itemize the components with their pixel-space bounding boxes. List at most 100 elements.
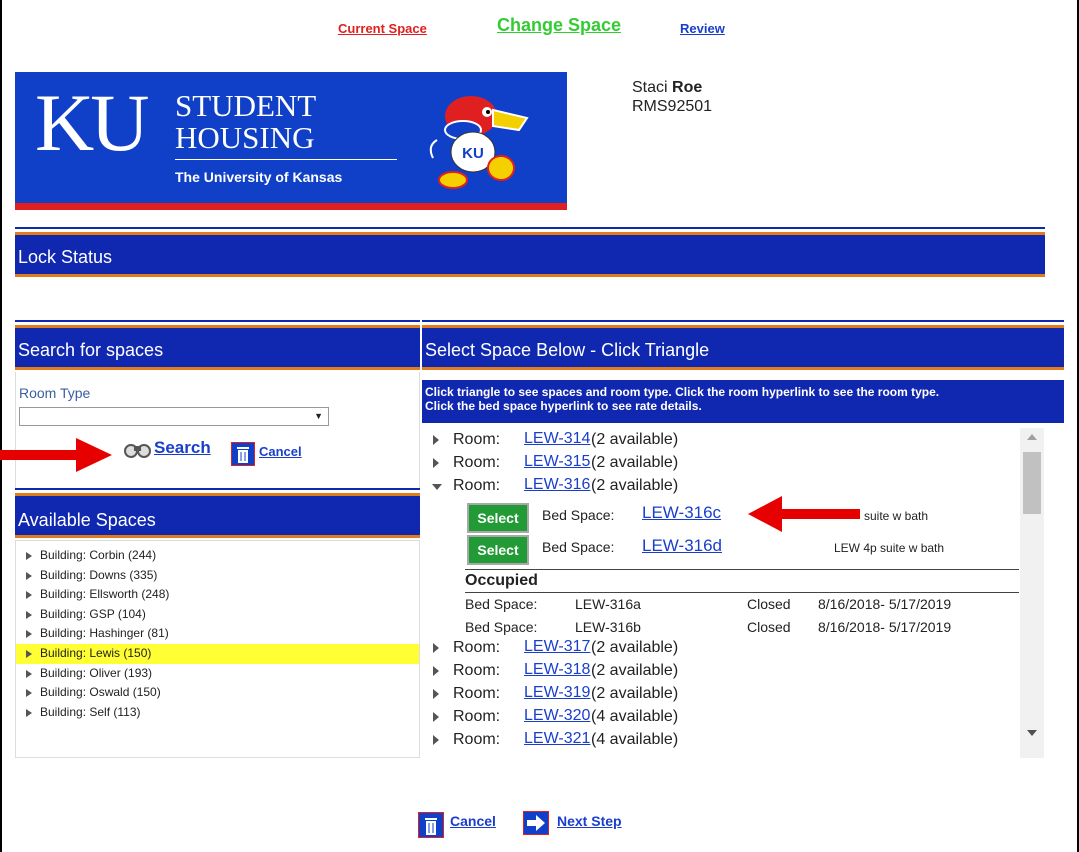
- triangle-icon[interactable]: [26, 630, 32, 639]
- trash-icon[interactable]: [418, 812, 444, 838]
- room-tree: Select Bed Space: LEW-316c suite w bath …: [422, 428, 1044, 758]
- room-link[interactable]: LEW-321: [524, 730, 590, 748]
- nav-change-space[interactable]: Change Space: [497, 15, 621, 36]
- building-item[interactable]: Building: Ellsworth (248): [16, 585, 419, 605]
- triangle-icon[interactable]: [433, 712, 439, 722]
- cancel-button[interactable]: Cancel: [450, 813, 496, 829]
- annotation-arrow-icon: [0, 438, 112, 472]
- building-label: Building: Hashinger (81): [40, 626, 169, 641]
- triangle-icon[interactable]: [433, 643, 439, 653]
- occupied-bed: LEW-316b: [575, 619, 641, 635]
- room-type-label: Room Type: [19, 385, 91, 401]
- room-prefix: Room:: [453, 431, 501, 448]
- room-availability: (4 available): [591, 731, 679, 748]
- building-label: Building: Corbin (244): [40, 548, 157, 562]
- triangle-icon[interactable]: [26, 649, 32, 658]
- triangle-icon[interactable]: [26, 610, 32, 619]
- triangle-icon[interactable]: [433, 666, 439, 676]
- triangle-icon[interactable]: [26, 571, 32, 580]
- bed-space-label: Bed Space:: [542, 507, 615, 523]
- building-label: Building: GSP (104): [40, 606, 146, 621]
- nav-review[interactable]: Review: [680, 21, 725, 36]
- building-item[interactable]: Building: Hashinger (81): [16, 624, 419, 644]
- next-step-button[interactable]: Next Step: [557, 813, 622, 829]
- user-name: Staci Roe: [632, 79, 702, 97]
- building-item[interactable]: Building: Corbin (244): [16, 546, 419, 566]
- banner-subtitle: The University of Kansas: [175, 169, 343, 185]
- room-link[interactable]: LEW-318: [524, 661, 590, 679]
- room-link[interactable]: LEW-320: [524, 707, 590, 725]
- bed-space-link[interactable]: LEW-316d: [642, 536, 722, 556]
- banner-line1: STUDENT: [175, 88, 317, 123]
- bed-room-type: suite w bath: [864, 509, 929, 523]
- triangle-icon[interactable]: [26, 591, 32, 600]
- room-link[interactable]: LEW-319: [524, 684, 590, 702]
- building-item[interactable]: Building: Lewis (150): [16, 643, 419, 664]
- room-link[interactable]: LEW-317: [524, 638, 590, 656]
- room-prefix: Room:: [453, 454, 501, 471]
- occupied-dates: 8/16/2018- 5/17/2019: [818, 596, 952, 612]
- lock-status-title: Lock Status: [18, 247, 113, 267]
- triangle-icon[interactable]: [26, 708, 32, 717]
- building-label: Building: Self (113): [40, 704, 141, 719]
- ku-housing-banner: KU STUDENT HOUSING The University of Kan…: [15, 72, 567, 210]
- triangle-icon[interactable]: [433, 435, 439, 445]
- select-bed-button[interactable]: Select: [467, 503, 529, 533]
- mascot-badge: KU: [462, 145, 484, 162]
- building-item[interactable]: Building: Self (113): [16, 703, 419, 723]
- occupied-label: Bed Space:: [465, 596, 538, 612]
- building-label: Building: Ellsworth (248): [40, 587, 170, 602]
- cancel-search-button[interactable]: Cancel: [259, 444, 302, 459]
- room-type-select[interactable]: ▼: [19, 407, 329, 426]
- building-label: Building: Downs (335): [40, 567, 158, 582]
- occupied-heading: Occupied: [465, 569, 1019, 593]
- building-item[interactable]: Building: GSP (104): [16, 605, 419, 625]
- room-availability: (2 available): [591, 431, 679, 448]
- building-item[interactable]: Building: Oliver (193): [16, 664, 419, 684]
- room-prefix: Room:: [453, 662, 501, 679]
- bed-room-type: LEW 4p suite w bath: [834, 541, 945, 555]
- room-prefix: Room:: [453, 731, 501, 748]
- triangle-icon[interactable]: [433, 735, 439, 745]
- nav-current-space[interactable]: Current Space: [338, 21, 427, 36]
- instructions-line1: Click triangle to see spaces and room ty…: [425, 385, 940, 399]
- user-first-name: Staci: [632, 79, 668, 96]
- select-space-title: Select Space Below - Click Triangle: [425, 340, 710, 360]
- bed-space-link[interactable]: LEW-316c: [642, 503, 721, 523]
- scroll-down-icon[interactable]: [1027, 730, 1037, 736]
- building-item[interactable]: Building: Downs (335): [16, 566, 419, 586]
- room-list-scrollbar[interactable]: [1020, 428, 1044, 758]
- left-border: [0, 0, 2, 852]
- room-link[interactable]: LEW-316: [524, 476, 590, 494]
- room-prefix: Room:: [453, 477, 501, 494]
- select-bed-button[interactable]: Select: [467, 535, 529, 565]
- triangle-icon[interactable]: [433, 689, 439, 699]
- building-list-panel: Building: Corbin (244) Building: Downs (3…: [15, 540, 420, 758]
- room-availability: (2 available): [591, 685, 679, 702]
- triangle-icon[interactable]: [432, 484, 442, 490]
- search-button[interactable]: Search: [154, 438, 211, 458]
- scroll-thumb[interactable]: [1023, 452, 1041, 514]
- scroll-up-icon[interactable]: [1027, 434, 1037, 440]
- annotation-arrow-icon: [748, 496, 860, 532]
- triangle-icon[interactable]: [433, 458, 439, 468]
- occupied-dates: 8/16/2018- 5/17/2019: [818, 619, 952, 635]
- trash-icon[interactable]: [231, 442, 255, 466]
- user-id: RMS92501: [632, 98, 713, 115]
- occupied-label: Bed Space:: [465, 619, 538, 635]
- ku-logo: KU: [35, 77, 149, 168]
- building-item[interactable]: Building: Oswald (150): [16, 683, 419, 703]
- room-prefix: Room:: [453, 639, 501, 656]
- building-label: Building: Lewis (150): [40, 645, 152, 660]
- arrow-right-icon[interactable]: [523, 811, 549, 835]
- occupied-status: Closed: [747, 619, 791, 635]
- binoculars-icon[interactable]: [122, 440, 154, 460]
- room-link[interactable]: LEW-315: [524, 453, 590, 471]
- room-link[interactable]: LEW-314: [524, 430, 590, 448]
- building-label: Building: Oswald (150): [40, 685, 161, 700]
- available-spaces-title: Available Spaces: [18, 510, 156, 530]
- triangle-icon[interactable]: [26, 689, 32, 698]
- triangle-icon[interactable]: [26, 669, 32, 678]
- triangle-icon[interactable]: [26, 552, 32, 560]
- banner-line2: HOUSING: [175, 120, 315, 155]
